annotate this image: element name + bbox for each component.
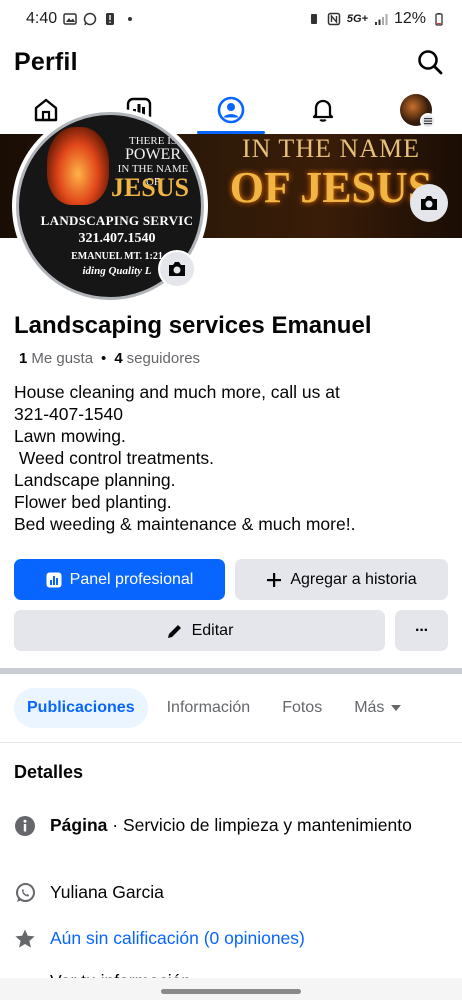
rating-text: Aún sin calificación (0 opiniones)	[50, 928, 305, 948]
professional-dashboard-button[interactable]: Panel profesional	[14, 559, 225, 600]
tab-menu[interactable]	[370, 86, 462, 134]
status-bar: 4:40 5G+ 12%	[0, 0, 462, 38]
page-category: · Servicio de limpieza y mantenimiento	[107, 815, 412, 835]
plus-icon	[267, 572, 282, 587]
detail-rating[interactable]: Aún sin calificación (0 opiniones)	[14, 927, 450, 950]
status-right: 5G+ 12%	[307, 10, 446, 28]
menu-badge	[419, 113, 436, 129]
cover-line-1: IN THE NAME	[241, 134, 421, 163]
tab-more[interactable]: Más	[341, 688, 415, 728]
signal-icon	[374, 12, 388, 26]
tab-photos[interactable]: Fotos	[269, 688, 335, 728]
caret-down-icon	[391, 705, 402, 711]
edit-label: Editar	[191, 621, 234, 639]
followers-count: 4	[114, 350, 123, 367]
app-header: Perfil	[0, 38, 462, 86]
profile-name: Landscaping services Emanuel	[14, 312, 372, 339]
status-time: 4:40	[26, 10, 58, 27]
professional-dashboard-label: Panel profesional	[69, 570, 194, 588]
edit-cover-button[interactable]	[410, 184, 448, 222]
likes-label[interactable]: Me gusta	[31, 350, 93, 367]
pp-line-2: POWER	[125, 146, 181, 163]
gallery-notification-icon	[63, 12, 77, 26]
flame-image	[47, 127, 109, 205]
tab-more-label: Más	[354, 699, 385, 716]
dot-icon	[123, 12, 137, 26]
profile-bio: House cleaning and much more, call us at…	[14, 381, 450, 535]
home-indicator[interactable]	[161, 989, 301, 994]
battery-level: 12%	[393, 10, 426, 27]
tab-notifications[interactable]	[277, 86, 369, 134]
bio-line: Landscape planning.	[14, 470, 176, 490]
status-left: 4:40	[26, 10, 137, 28]
tab-posts[interactable]: Publicaciones	[14, 688, 148, 728]
pencil-icon	[167, 624, 181, 638]
stats-separator: •	[101, 350, 107, 367]
bio-line: Weed control treatments.	[14, 448, 215, 468]
hamburger-icon	[423, 118, 432, 125]
likes-count: 1	[19, 350, 28, 367]
more-options-button[interactable]: ···	[395, 610, 448, 651]
detail-page-category: Página · Servicio de limpieza y mantenim…	[14, 814, 450, 837]
detail-page-text: Página · Servicio de limpieza y mantenim…	[50, 814, 412, 837]
avatar	[399, 94, 436, 129]
camera-icon	[169, 262, 185, 276]
home-icon	[35, 98, 58, 122]
page-title: Perfil	[14, 47, 78, 76]
search-button[interactable]	[412, 44, 448, 80]
tab-profile[interactable]	[185, 86, 277, 134]
camera-icon	[421, 196, 437, 210]
add-to-story-button[interactable]: Agregar a historia	[235, 559, 448, 600]
battery-icon	[432, 12, 446, 26]
bio-line: Lawn mowing.	[14, 426, 126, 446]
whatsapp-icon	[14, 882, 36, 904]
more-options-icon: ···	[415, 621, 429, 639]
bio-line: 321-407-1540	[14, 404, 123, 424]
pp-services: LANDSCAPING SERVIC	[40, 213, 194, 228]
detail-whatsapp[interactable]: Yuliana Garcia	[14, 881, 450, 904]
network-type: 5G+	[346, 13, 368, 25]
profile-icon	[217, 96, 245, 124]
alert-notification-icon	[103, 12, 117, 26]
edit-profile-picture-button[interactable]	[158, 250, 196, 288]
info-icon	[14, 815, 36, 837]
vibrate-icon	[307, 12, 321, 26]
nfc-icon	[327, 12, 341, 26]
profile-tabs: Publicaciones Información Fotos Más	[14, 688, 415, 728]
bio-line: House cleaning and much more, call us at	[14, 382, 340, 402]
section-divider	[0, 668, 462, 674]
tabs-divider	[0, 742, 462, 743]
whatsapp-notification-icon	[83, 12, 97, 26]
bio-line: Flower bed planting.	[14, 492, 172, 512]
edit-button[interactable]: Editar	[14, 610, 385, 651]
followers-label[interactable]: seguidores	[127, 350, 200, 367]
profile-stats: 1 Me gusta • 4 seguidores	[19, 350, 200, 367]
whatsapp-name: Yuliana Garcia	[50, 882, 164, 902]
tab-about[interactable]: Información	[154, 688, 264, 728]
dashboard-icon	[46, 572, 62, 587]
pp-phone: 321.407.1540	[78, 231, 156, 246]
page-label: Página	[50, 815, 108, 835]
pp-jesus: JESUS	[110, 173, 190, 202]
bell-icon	[313, 99, 334, 122]
star-icon	[14, 928, 36, 950]
add-to-story-label: Agregar a historia	[290, 570, 417, 588]
details-heading: Detalles	[14, 762, 84, 782]
bio-line: Bed weeding & maintenance & much more!.	[14, 514, 356, 534]
search-icon	[418, 50, 443, 75]
